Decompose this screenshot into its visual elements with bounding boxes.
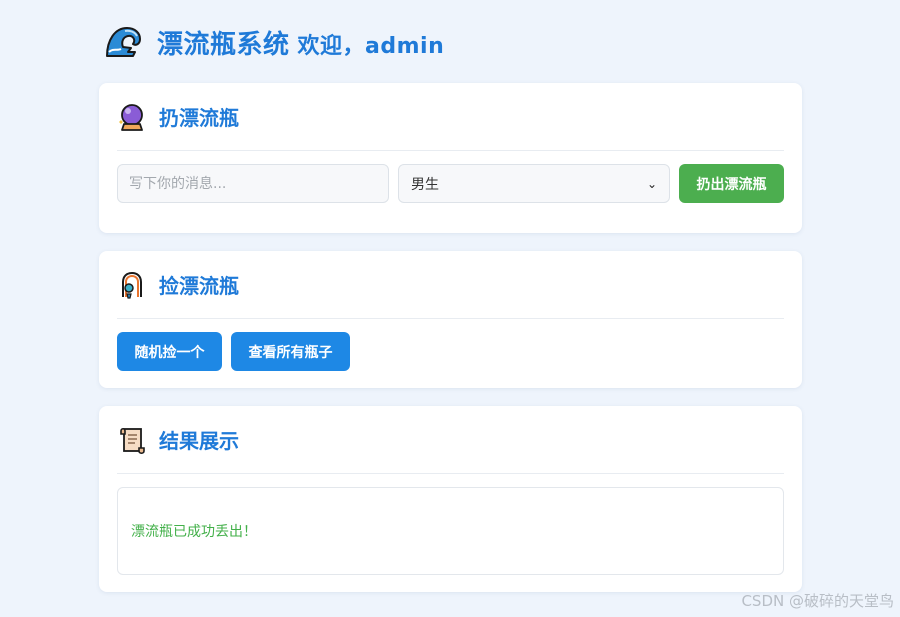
throw-bottle-button[interactable]: 扔出漂流瓶 <box>679 164 784 203</box>
result-card-header: 结果展示 <box>117 406 784 474</box>
chevron-down-icon: ⌄ <box>646 176 657 191</box>
result-message: 漂流瓶已成功丢出！ <box>131 524 257 540</box>
throw-card-header: 扔漂流瓶 <box>117 83 784 151</box>
pick-bottle-card: 捡漂流瓶 随机捡一个 查看所有瓶子 <box>99 251 802 388</box>
message-input[interactable] <box>117 164 389 203</box>
result-heading: 结果展示 <box>159 429 239 453</box>
wave-icon <box>106 27 141 57</box>
result-card: 结果展示 漂流瓶已成功丢出！ <box>99 406 802 592</box>
throw-bottle-card: 扔漂流瓶 男生 ⌄ 扔出漂流瓶 <box>99 83 802 233</box>
result-display: 漂流瓶已成功丢出！ <box>117 487 784 575</box>
crystal-ball-icon <box>119 103 143 131</box>
random-pick-button[interactable]: 随机捡一个 <box>117 332 222 371</box>
gender-selected-value: 男生 <box>411 176 439 193</box>
pick-heading: 捡漂流瓶 <box>159 274 239 298</box>
throw-heading: 扔漂流瓶 <box>159 106 239 130</box>
view-all-bottles-button[interactable]: 查看所有瓶子 <box>231 332 350 371</box>
welcome-text: 欢迎，admin <box>297 33 445 59</box>
page-title: 漂流瓶系统 欢迎，admin <box>157 24 444 61</box>
pick-card-header: 捡漂流瓶 <box>117 251 784 319</box>
app-header: 漂流瓶系统 欢迎，admin <box>103 22 444 62</box>
app-title: 漂流瓶系统 <box>157 29 290 60</box>
pick-icon <box>122 271 142 299</box>
gender-select[interactable]: 男生 ⌄ <box>398 164 670 203</box>
watermark: CSDN @破碎的天堂鸟 <box>741 592 894 610</box>
scroll-icon <box>120 427 145 454</box>
